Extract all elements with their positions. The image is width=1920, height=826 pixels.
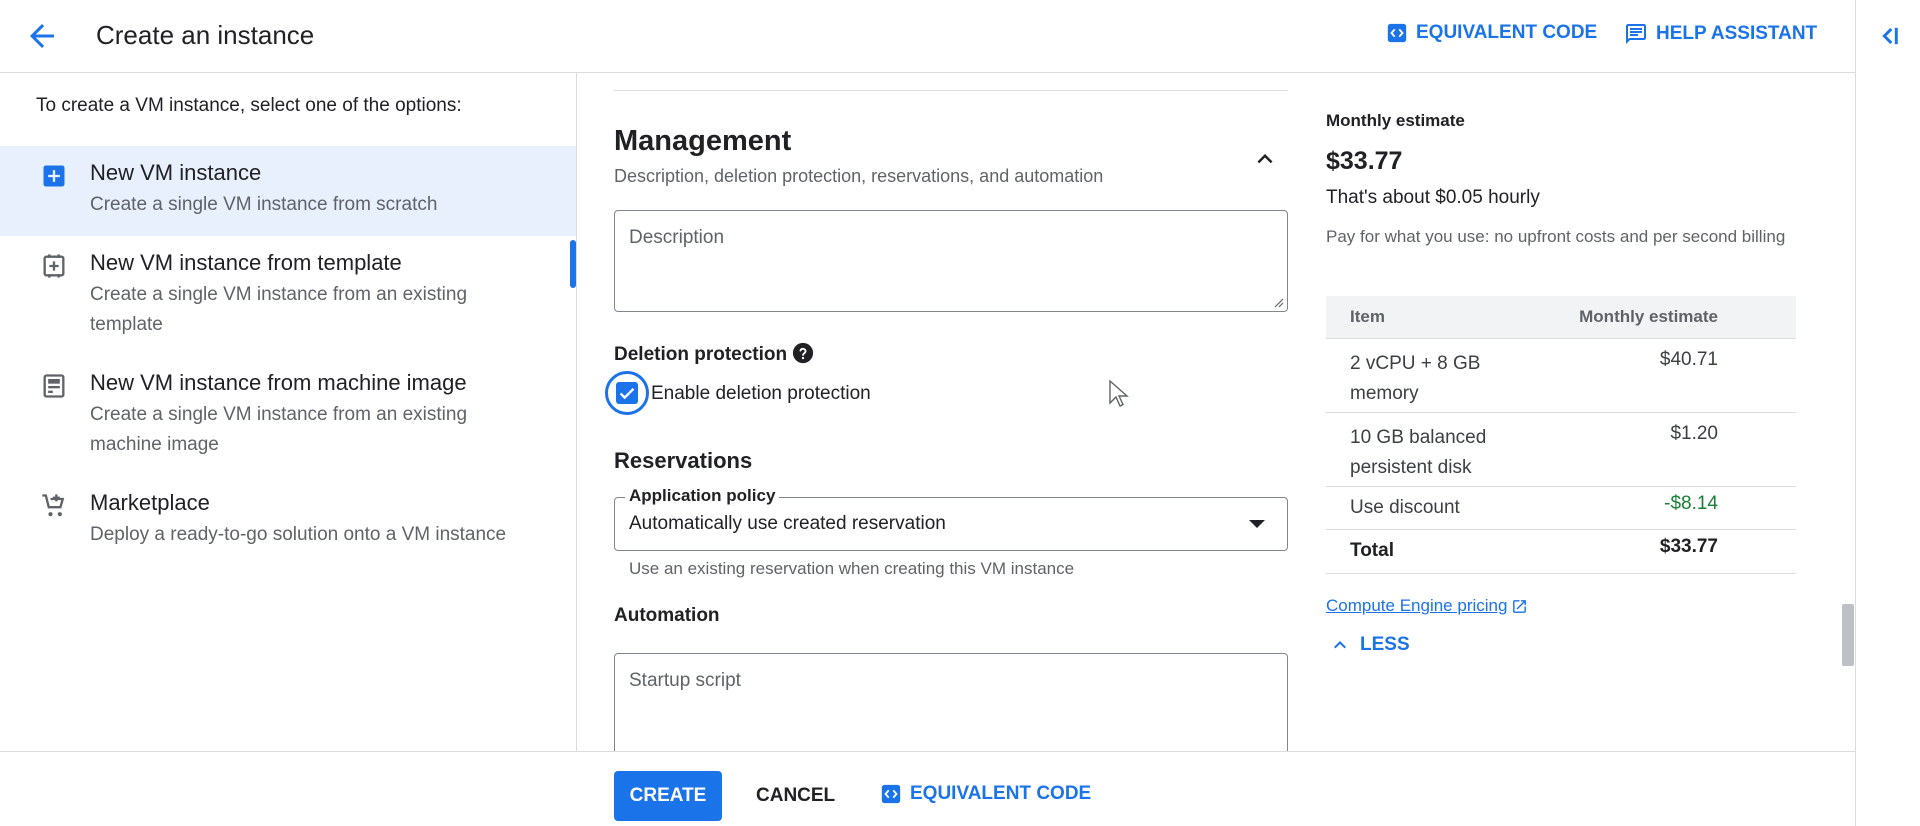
- mouse-cursor-icon: [1109, 379, 1129, 407]
- selection-indicator: [570, 240, 576, 288]
- chevron-up-icon: [1334, 641, 1346, 649]
- external-link-icon: [1513, 599, 1527, 613]
- top-bar: Create an instance EQUIVALENT CODE HELP …: [0, 0, 1855, 73]
- options-prompt: To create a VM instance, select one of t…: [36, 95, 462, 116]
- row-item: Total: [1350, 540, 1394, 561]
- option-title: Marketplace: [90, 490, 210, 515]
- row-amount: $1.20: [1670, 423, 1718, 444]
- option-title: New VM instance from template: [90, 250, 402, 275]
- option-description: Create a single VM instance from an exis…: [90, 404, 468, 455]
- column-header-estimate: Monthly estimate: [1579, 307, 1718, 326]
- table-row: 2 vCPU + 8 GB memory $40.71: [1326, 339, 1796, 413]
- estimate-price: $33.77: [1326, 147, 1403, 175]
- equivalent-code-label: EQUIVALENT CODE: [910, 783, 1092, 804]
- option-new-vm-from-template[interactable]: New VM instance from template Create a s…: [0, 236, 576, 356]
- equivalent-code-button[interactable]: EQUIVALENT CODE: [1386, 22, 1597, 44]
- option-new-vm-from-machine-image[interactable]: New VM instance from machine image Creat…: [0, 356, 576, 476]
- description-placeholder: Description: [629, 227, 725, 248]
- dropdown-arrow-icon: [1249, 520, 1265, 528]
- row-item: 2 vCPU + 8 GB memory: [1350, 353, 1481, 404]
- add-box-icon: [43, 165, 65, 187]
- back-arrow-icon[interactable]: [24, 18, 60, 54]
- scrollbar-thumb[interactable]: [1842, 604, 1854, 666]
- code-icon: [881, 784, 901, 804]
- chat-icon: [1626, 24, 1646, 44]
- table-row: 10 GB balanced persistent disk $1.20: [1326, 413, 1796, 487]
- help-icon[interactable]: [792, 342, 814, 364]
- section-subtitle: Description, deletion protection, reserv…: [614, 166, 1104, 186]
- table-row: Use discount -$8.14: [1326, 487, 1796, 530]
- application-policy-select[interactable]: Application policy Automatically use cre…: [614, 486, 1288, 551]
- row-amount-discount: -$8.14: [1664, 493, 1718, 514]
- option-description: Create a single VM instance from scratch: [90, 194, 438, 215]
- option-description: Create a single VM instance from an exis…: [90, 284, 468, 335]
- bottom-equivalent-code-button[interactable]: EQUIVALENT CODE: [880, 783, 1091, 805]
- estimate-hourly: That's about $0.05 hourly: [1326, 187, 1540, 208]
- cancel-button[interactable]: CANCEL: [756, 785, 835, 807]
- row-amount: $33.77: [1659, 536, 1718, 557]
- template-icon: [43, 254, 65, 278]
- less-label: LESS: [1360, 634, 1410, 655]
- pricing-link-label: Compute Engine pricing: [1326, 596, 1508, 615]
- automation-label: Automation: [614, 605, 720, 626]
- estimate-title: Monthly estimate: [1326, 111, 1465, 130]
- option-marketplace[interactable]: Marketplace Deploy a ready-to-go solutio…: [0, 476, 576, 566]
- equivalent-code-label: EQUIVALENT CODE: [1416, 22, 1598, 43]
- estimate-table: Item Monthly estimate 2 vCPU + 8 GB memo…: [1326, 296, 1796, 574]
- row-item: Use discount: [1350, 497, 1460, 518]
- code-icon: [1387, 23, 1407, 43]
- table-header: Item Monthly estimate: [1326, 296, 1796, 339]
- bottom-action-bar: CREATE CANCEL EQUIVALENT CODE: [0, 751, 1855, 826]
- enable-deletion-protection-label[interactable]: Enable deletion protection: [651, 383, 871, 405]
- checkmark-icon: [619, 388, 635, 400]
- help-assistant-label: HELP ASSISTANT: [1656, 23, 1818, 44]
- checkbox-box: [616, 382, 638, 404]
- chevron-up-icon[interactable]: [1250, 144, 1280, 174]
- monthly-estimate-panel: Monthly estimate $33.77 That's about $0.…: [1326, 73, 1826, 751]
- option-new-vm-instance[interactable]: New VM instance Create a single VM insta…: [0, 146, 576, 236]
- column-header-item: Item: [1350, 307, 1385, 326]
- application-policy-value: Automatically use created reservation: [629, 513, 946, 534]
- reservations-title: Reservations: [614, 448, 753, 473]
- option-description: Deploy a ready-to-go solution onto a VM …: [90, 524, 507, 545]
- application-policy-hint: Use an existing reservation when creatin…: [629, 559, 1075, 578]
- management-section: Management Description, deletion protect…: [578, 73, 1308, 751]
- deletion-protection-checkbox[interactable]: [605, 371, 649, 415]
- machine-image-icon: [43, 374, 65, 398]
- side-rail: [1855, 0, 1920, 826]
- help-assistant-button[interactable]: HELP ASSISTANT: [1624, 22, 1817, 46]
- option-title: New VM instance: [90, 160, 262, 185]
- section-title: Management: [614, 125, 792, 157]
- estimate-note: Pay for what you use: no upfront costs a…: [1326, 227, 1786, 246]
- creation-options-panel: To create a VM instance, select one of t…: [0, 73, 577, 751]
- page-title: Create an instance: [96, 20, 315, 50]
- deletion-protection-label: Deletion protection: [614, 344, 788, 365]
- row-amount: $40.71: [1659, 349, 1718, 370]
- option-title: New VM instance from machine image: [90, 370, 467, 395]
- startup-script-placeholder: Startup script: [629, 670, 741, 691]
- cart-icon: [42, 494, 65, 517]
- row-item: 10 GB balanced persistent disk: [1350, 427, 1487, 478]
- create-button[interactable]: CREATE: [614, 771, 722, 821]
- compute-engine-pricing-link[interactable]: Compute Engine pricing: [1326, 596, 1528, 616]
- table-row-total: Total $33.77: [1326, 530, 1796, 574]
- startup-script-field[interactable]: Startup script: [614, 653, 1288, 751]
- collapse-panel-icon[interactable]: [1874, 22, 1904, 50]
- resize-handle-icon[interactable]: [1272, 296, 1284, 308]
- section-divider: [614, 90, 1288, 91]
- description-field[interactable]: Description: [614, 210, 1288, 312]
- less-button[interactable]: LESS: [1328, 633, 1410, 657]
- application-policy-label: Application policy: [625, 486, 780, 506]
